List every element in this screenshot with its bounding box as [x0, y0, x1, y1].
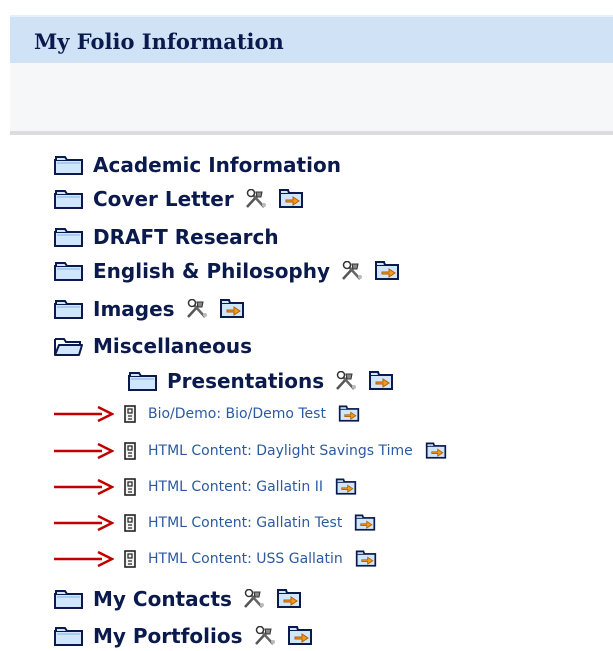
- folder-label[interactable]: DRAFT Research: [93, 225, 279, 249]
- folder-icon: [54, 227, 83, 247]
- file-row[interactable]: HTML Content: Gallatin Test: [54, 514, 376, 532]
- red-arrow-icon: [54, 479, 114, 495]
- file-link[interactable]: HTML Content: Gallatin II: [148, 479, 323, 495]
- folder-icon: [54, 261, 83, 281]
- folio-header: My Folio Information: [10, 7, 613, 135]
- file-row[interactable]: HTML Content: Daylight Savings Time: [54, 442, 447, 460]
- folder-label[interactable]: Images: [93, 297, 175, 321]
- tools-icon[interactable]: [185, 299, 209, 319]
- share-folder-icon[interactable]: [374, 261, 400, 281]
- share-folder-icon[interactable]: [354, 514, 376, 532]
- folder-row-cover-letter[interactable]: Cover Letter: [54, 187, 304, 211]
- file-row[interactable]: Bio/Demo: Bio/Demo Test: [54, 405, 360, 423]
- folder-row-draft-research[interactable]: DRAFT Research: [54, 225, 279, 249]
- folder-row-miscellaneous[interactable]: Miscellaneous: [54, 334, 252, 358]
- folder-row-my-portfolios[interactable]: My Portfolios: [54, 624, 313, 648]
- share-folder-icon[interactable]: [335, 478, 357, 496]
- document-icon: [122, 442, 138, 460]
- file-link[interactable]: Bio/Demo: Bio/Demo Test: [148, 406, 326, 422]
- file-link[interactable]: HTML Content: USS Gallatin: [148, 551, 343, 567]
- share-folder-icon[interactable]: [219, 299, 245, 319]
- tools-icon[interactable]: [340, 261, 364, 281]
- header-bar: My Folio Information: [10, 15, 613, 63]
- file-row[interactable]: HTML Content: USS Gallatin: [54, 550, 377, 568]
- header-body: [10, 63, 613, 131]
- folder-icon: [128, 371, 157, 391]
- folder-label[interactable]: Cover Letter: [93, 187, 234, 211]
- folder-icon: [54, 299, 83, 319]
- red-arrow-icon: [54, 551, 114, 567]
- folder-row-presentations[interactable]: Presentations: [128, 369, 394, 393]
- folder-label[interactable]: My Contacts: [93, 587, 232, 611]
- folder-label[interactable]: Presentations: [167, 369, 324, 393]
- document-icon: [122, 550, 138, 568]
- share-folder-icon[interactable]: [287, 626, 313, 646]
- folder-icon: [54, 589, 83, 609]
- tools-icon[interactable]: [244, 189, 268, 209]
- folder-row-images[interactable]: Images: [54, 297, 245, 321]
- share-folder-icon[interactable]: [278, 189, 304, 209]
- tools-icon[interactable]: [253, 626, 277, 646]
- document-icon: [122, 514, 138, 532]
- file-link[interactable]: HTML Content: Gallatin Test: [148, 515, 342, 531]
- document-icon: [122, 478, 138, 496]
- share-folder-icon[interactable]: [425, 442, 447, 460]
- file-row[interactable]: HTML Content: Gallatin II: [54, 478, 357, 496]
- folder-icon: [54, 626, 83, 646]
- folder-label[interactable]: My Portfolios: [93, 624, 243, 648]
- share-folder-icon[interactable]: [355, 550, 377, 568]
- tools-icon[interactable]: [242, 589, 266, 609]
- red-arrow-icon: [54, 515, 114, 531]
- share-folder-icon[interactable]: [338, 405, 360, 423]
- red-arrow-icon: [54, 443, 114, 459]
- folder-label[interactable]: English & Philosophy: [93, 259, 330, 283]
- folder-row-my-contacts[interactable]: My Contacts: [54, 587, 302, 611]
- folder-icon: [54, 155, 83, 175]
- document-icon: [122, 405, 138, 423]
- folder-row-english-philosophy[interactable]: English & Philosophy: [54, 259, 400, 283]
- folder-row-academic-information[interactable]: Academic Information: [54, 153, 341, 177]
- folder-label[interactable]: Academic Information: [93, 153, 341, 177]
- header-divider: [10, 131, 613, 135]
- folder-open-icon: [54, 336, 83, 356]
- folder-icon: [54, 189, 83, 209]
- page-title: My Folio Information: [34, 29, 284, 54]
- file-link[interactable]: HTML Content: Daylight Savings Time: [148, 443, 413, 459]
- folder-label[interactable]: Miscellaneous: [93, 334, 252, 358]
- share-folder-icon[interactable]: [276, 589, 302, 609]
- share-folder-icon[interactable]: [368, 371, 394, 391]
- red-arrow-icon: [54, 406, 114, 422]
- tools-icon[interactable]: [334, 371, 358, 391]
